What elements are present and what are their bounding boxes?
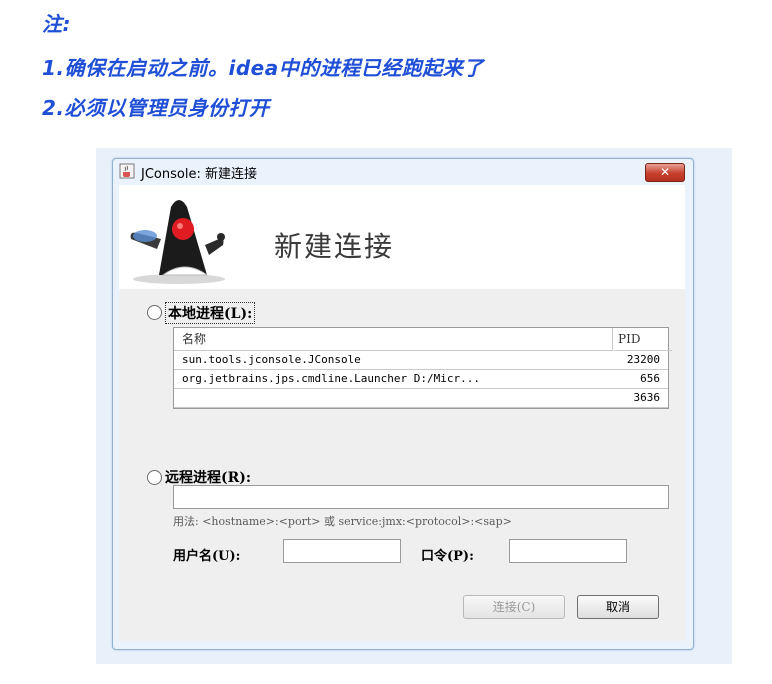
password-label: 口令(P): — [421, 549, 474, 564]
process-table: 名称 PID sun.tools.jconsole.JConsole 23200… — [173, 327, 672, 409]
title-bar[interactable]: JConsole: 新建连接 ✕ — [113, 159, 693, 183]
close-button[interactable]: ✕ — [645, 163, 685, 182]
local-process-label[interactable]: 本地进程(L): — [165, 302, 256, 324]
password-input[interactable] — [509, 539, 627, 563]
note-title: 注: — [42, 12, 71, 36]
dialog-heading: 新建连接 — [274, 230, 395, 263]
column-header-pid[interactable]: PID — [614, 328, 672, 351]
cancel-button[interactable]: 取消 — [577, 595, 659, 619]
header-band: 新建连接 — [119, 185, 685, 289]
remote-process-input[interactable] — [173, 485, 669, 509]
jconsole-window: JConsole: 新建连接 ✕ 新建连接 本地进程(L): 名称 PID su… — [112, 158, 694, 650]
remote-usage-hint: 用法: <hostname>:<port> 或 service:jmx:<pro… — [173, 515, 512, 528]
table-row[interactable]: 3636 — [174, 389, 668, 408]
java-cup-icon — [119, 163, 135, 179]
note-line-1: 1.确保在启动之前。idea中的进程已经跑起来了 — [42, 56, 484, 80]
remote-process-radio[interactable] — [147, 470, 162, 485]
window-title: JConsole: 新建连接 — [141, 167, 257, 182]
process-name: org.jetbrains.jps.cmdline.Launcher D:/Mi… — [182, 372, 481, 385]
process-pid: 656 — [640, 372, 660, 385]
local-process-radio[interactable] — [147, 305, 162, 320]
duke-mascot-icon — [123, 189, 235, 285]
remote-process-label[interactable]: 远程进程(R): — [165, 467, 251, 487]
process-pid: 3636 — [633, 391, 661, 404]
username-input[interactable] — [283, 539, 401, 563]
username-label: 用户名(U): — [173, 549, 241, 564]
table-row[interactable]: org.jetbrains.jps.cmdline.Launcher D:/Mi… — [174, 370, 668, 389]
connect-button[interactable]: 连接(C) — [463, 595, 565, 619]
process-pid: 23200 — [626, 353, 660, 366]
process-name: sun.tools.jconsole.JConsole — [182, 353, 361, 366]
column-header-name[interactable]: 名称 — [174, 328, 613, 351]
note-line-2: 2.必须以管理员身份打开 — [42, 96, 270, 120]
dialog-client: 新建连接 本地进程(L): 名称 PID sun.tools.jconsole.… — [119, 185, 685, 641]
table-row[interactable]: sun.tools.jconsole.JConsole 23200 — [174, 351, 668, 370]
